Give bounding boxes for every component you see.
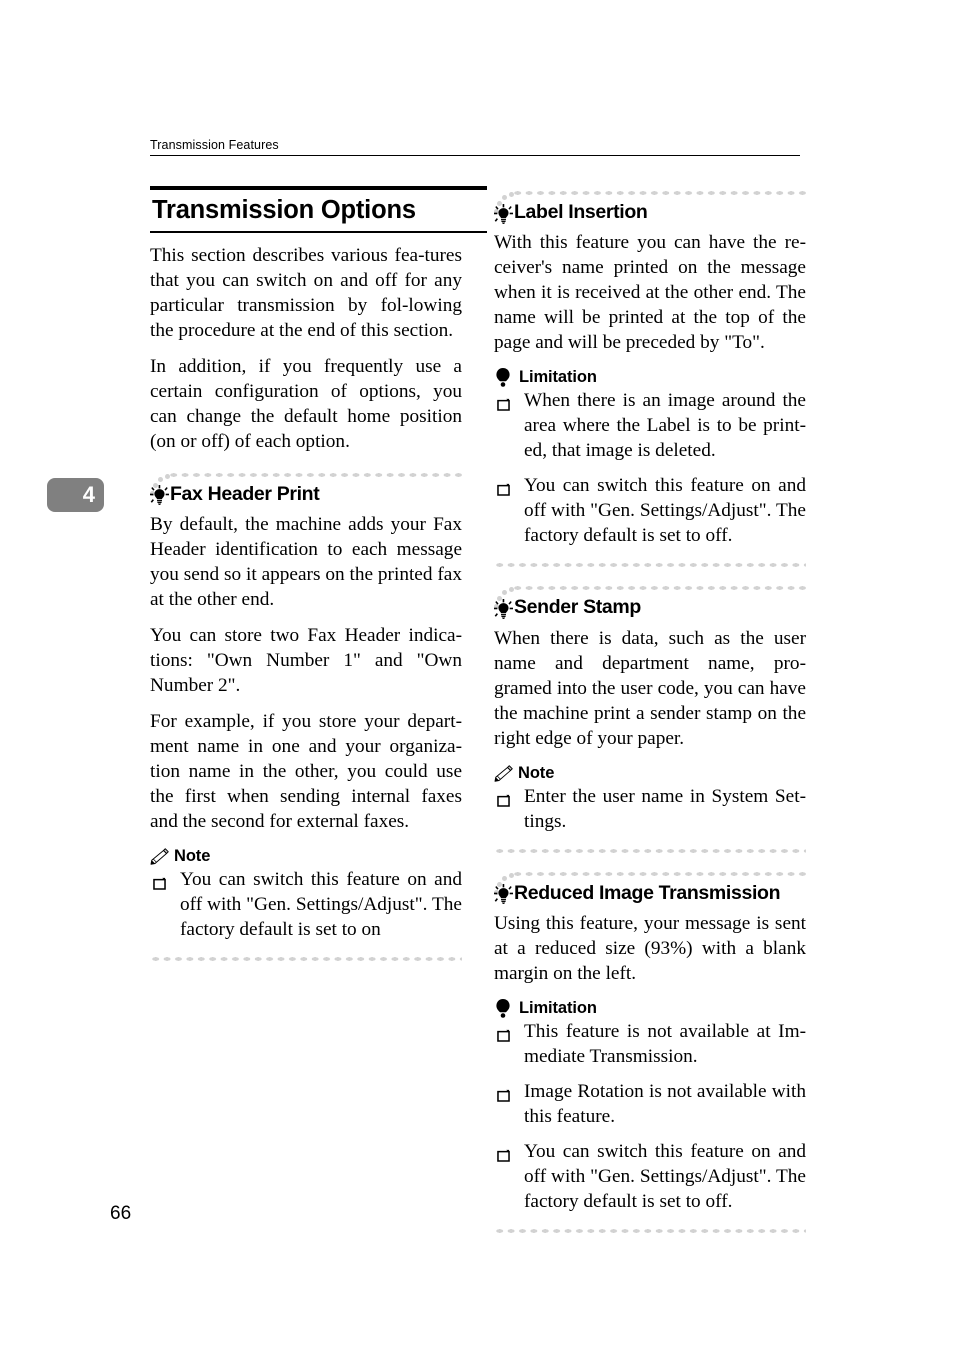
feature-heading-label: Label Insertion	[514, 201, 648, 223]
square-bullet-icon	[497, 1025, 510, 1042]
dotted-rule-top	[168, 471, 462, 478]
limitation-list: This feature is not available at Im-medi…	[494, 1020, 806, 1215]
square-bullet-icon	[497, 479, 510, 497]
dotted-rule-bottom	[494, 847, 806, 854]
list-item-text: You can switch this feature on and off w…	[180, 868, 462, 940]
lightbulb-icon	[150, 485, 169, 506]
square-bullet-icon	[153, 873, 166, 890]
limitation-bulb-icon	[496, 368, 510, 388]
running-header: Transmission Features	[150, 138, 800, 156]
feature-paragraph: By default, the machine adds your Fax He…	[150, 514, 462, 611]
dotted-rule-bottom	[150, 955, 462, 962]
chapter-marker-number: 4	[82, 482, 95, 507]
note-list: Enter the user name in System Set-tings.	[494, 785, 806, 835]
limitation-heading-label: Limitation	[519, 998, 597, 1017]
feature-heading: Reduced Image Transmission	[494, 881, 806, 905]
list-item-text: Enter the user name in System Set-tings.	[524, 785, 806, 832]
list-item: Image Rotation is not available with thi…	[494, 1080, 806, 1130]
limitation-bulb-icon	[496, 998, 510, 1018]
limitation-heading: Limitation	[494, 998, 806, 1018]
list-item: You can switch this feature on and off w…	[150, 868, 462, 943]
feature-heading-label: Sender Stamp	[514, 596, 641, 619]
list-item: When there is an image around the area w…	[494, 389, 806, 464]
page-title: Transmission Options	[152, 196, 416, 224]
feature-heading: Label Insertion	[494, 201, 806, 224]
list-item-text: When there is an image around the area w…	[524, 390, 806, 462]
list-item: You can switch this feature on and off w…	[494, 1140, 806, 1215]
lightbulb-icon	[494, 599, 513, 619]
feature-heading: Sender Stamp	[494, 596, 806, 619]
lightbulb-icon	[494, 203, 513, 224]
square-bullet-icon	[497, 1145, 510, 1162]
section-title-block: Transmission Options	[150, 186, 487, 233]
feature-heading: Fax Header Print	[150, 482, 462, 506]
dotted-rule-bottom	[494, 562, 806, 569]
running-header-rule	[150, 155, 800, 156]
limitation-list: When there is an image around the area w…	[494, 389, 806, 549]
list-item-text: This feature is not available at Im-medi…	[524, 1020, 806, 1067]
limitation-heading-label: Limitation	[519, 368, 597, 387]
list-item-text: You can switch this feature on and off w…	[524, 475, 806, 547]
dotted-rule-bottom	[494, 1227, 806, 1234]
intro-paragraph: In addition, if you frequently use a cer…	[150, 355, 462, 452]
note-heading-label: Note	[174, 846, 211, 865]
list-item-text: You can switch this feature on and off w…	[524, 1140, 806, 1212]
lightbulb-icon	[494, 884, 513, 905]
square-bullet-icon	[497, 1085, 510, 1102]
pencil-note-icon	[150, 848, 169, 865]
feature-sender-stamp: Sender Stamp When there is data, such as…	[494, 581, 806, 854]
feature-label-insertion: Label Insertion With this feature you ca…	[494, 186, 806, 569]
limitation-heading: Limitation	[494, 368, 806, 388]
page-number: 66	[110, 1203, 132, 1224]
dotted-rule-top	[512, 585, 806, 592]
section-rule-bottom	[150, 230, 487, 233]
feature-heading-label: Reduced Image Transmission	[514, 881, 781, 904]
square-bullet-icon	[497, 790, 510, 807]
feature-paragraph: For example, if you store your depart-me…	[150, 710, 462, 832]
note-heading-label: Note	[518, 763, 555, 782]
list-item: Enter the user name in System Set-tings.	[494, 785, 806, 835]
dotted-rule-top	[512, 870, 806, 877]
feature-heading-label: Fax Header Print	[170, 482, 320, 505]
feature-paragraph: You can store two Fax Header indica-tion…	[150, 625, 462, 696]
feature-paragraph: Using this feature, your message is sent…	[494, 913, 806, 984]
right-column: Label Insertion With this feature you ca…	[494, 186, 806, 1234]
note-heading: Note	[494, 764, 806, 783]
square-bullet-icon	[497, 394, 510, 412]
list-item-text: Image Rotation is not available with thi…	[524, 1080, 806, 1127]
chapter-marker: 4	[47, 478, 104, 512]
left-column: Transmission Options This section descri…	[150, 186, 487, 962]
running-header-text: Transmission Features	[150, 138, 279, 152]
list-item: This feature is not available at Im-medi…	[494, 1020, 806, 1070]
note-list: You can switch this feature on and off w…	[150, 868, 462, 943]
list-item: You can switch this feature on and off w…	[494, 474, 806, 549]
dotted-rule-top	[512, 190, 806, 196]
feature-paragraph: When there is data, such as the user nam…	[494, 627, 806, 749]
feature-paragraph: With this feature you can have the re-ce…	[494, 232, 806, 354]
intro-paragraph: This section describes various fea-tures…	[150, 244, 462, 341]
feature-reduced-image-transmission: Reduced Image Transmission Using this fe…	[494, 867, 806, 1234]
feature-fax-header-print: Fax Header Print By default, the machine…	[150, 468, 462, 962]
note-heading: Note	[150, 847, 462, 866]
pencil-note-icon	[494, 764, 513, 782]
